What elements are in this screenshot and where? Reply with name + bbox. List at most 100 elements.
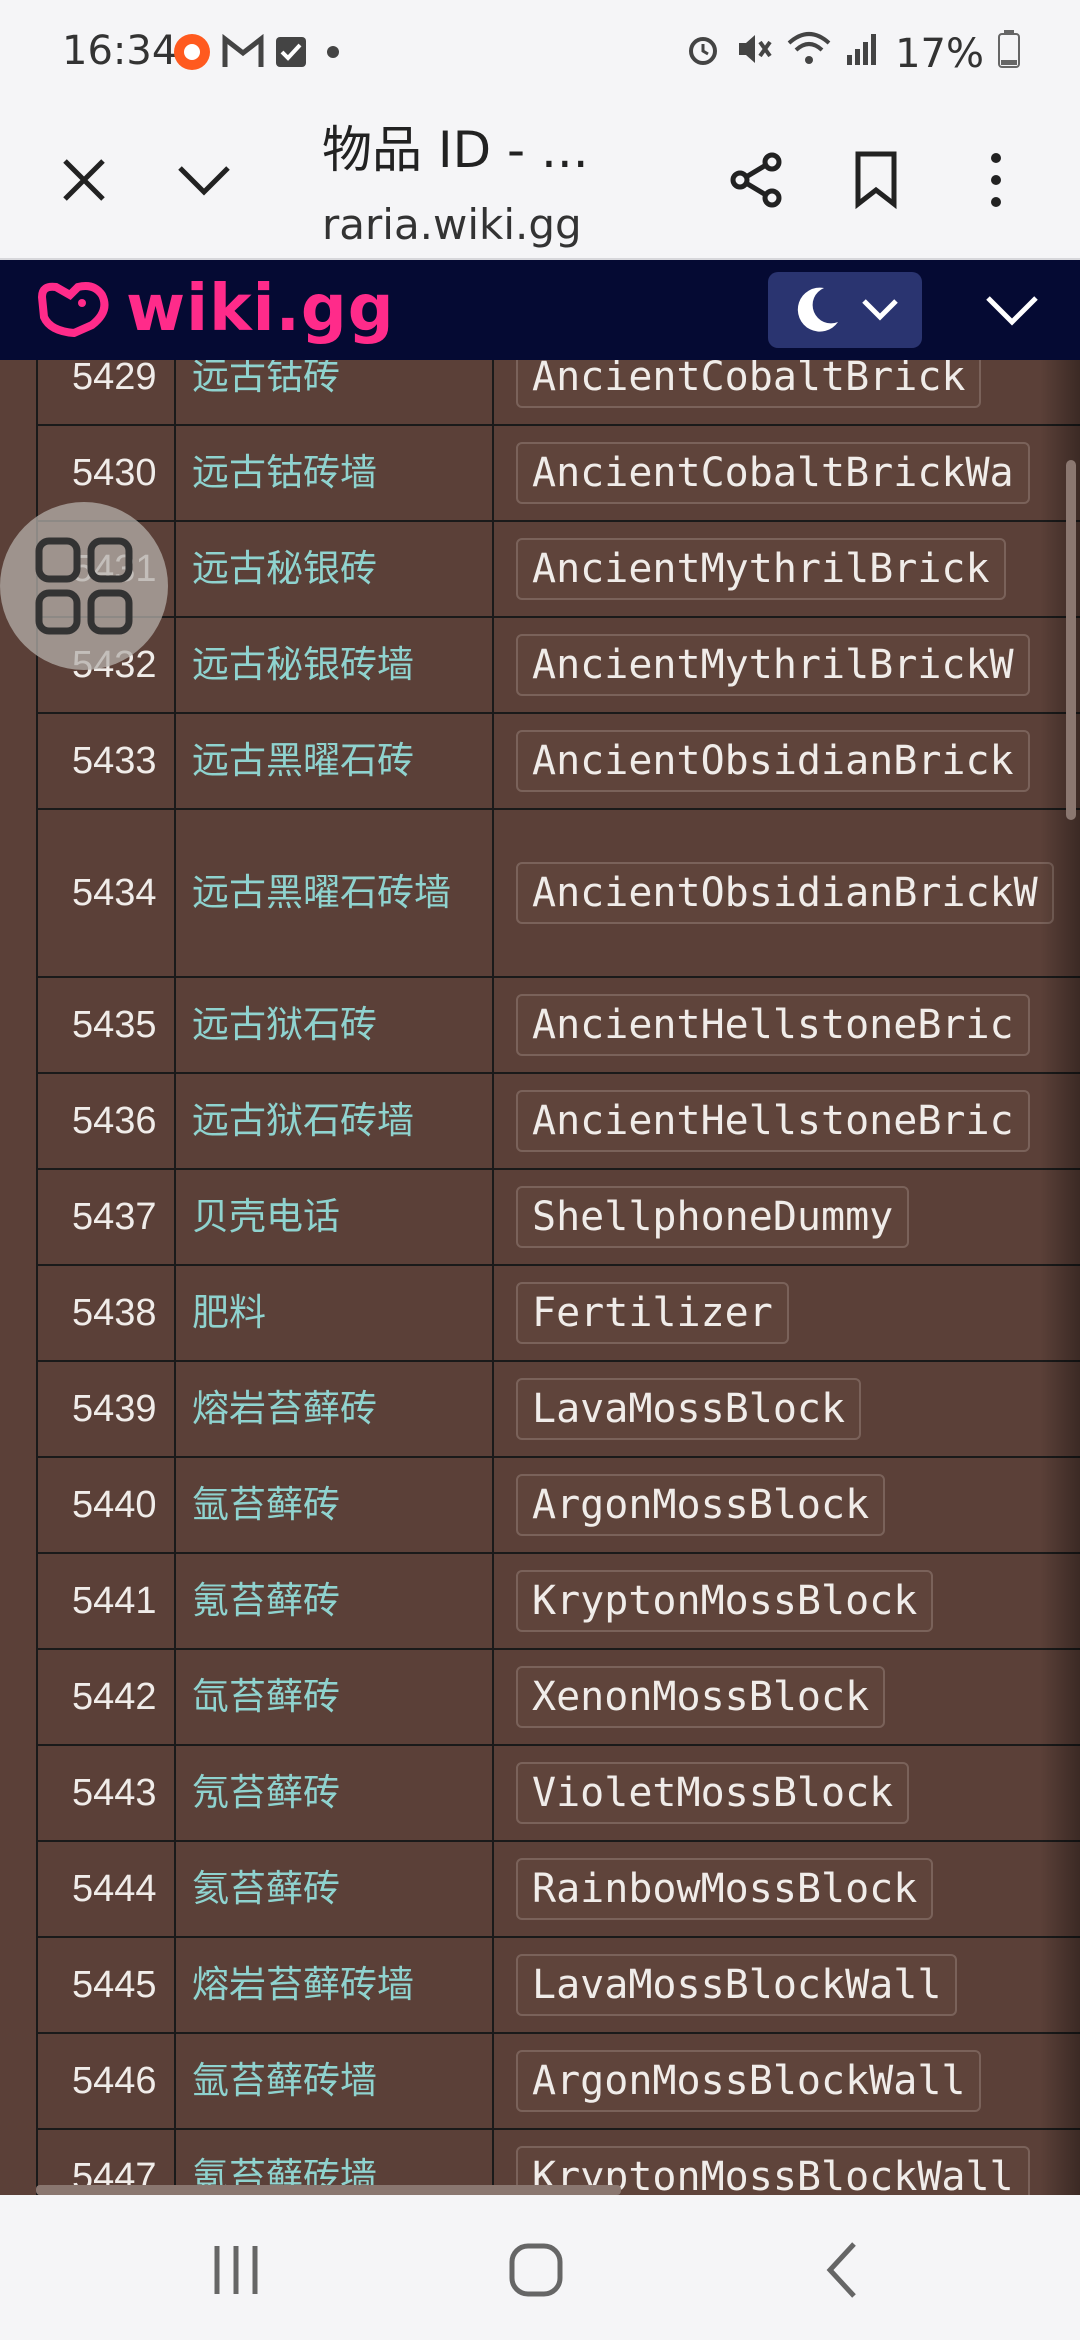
item-name-link[interactable]: 贝壳电话: [176, 1170, 494, 1264]
item-internal-name: AncientMythrilBrickW: [516, 634, 1030, 696]
item-name-link[interactable]: 远古狱石砖: [176, 978, 494, 1072]
item-id: 5444: [38, 1842, 176, 1936]
item-internal-name: LavaMossBlockWall: [516, 1954, 958, 2016]
table-row: 5444 氦苔藓砖 RainbowMossBlock: [38, 1842, 1080, 1938]
share-button[interactable]: [716, 140, 796, 220]
wiki-logo-text: wiki.gg: [126, 272, 395, 346]
item-internal-name: Fertilizer: [516, 1282, 789, 1344]
item-name-link[interactable]: 氩苔藓砖墙: [176, 2034, 494, 2128]
item-name-link[interactable]: 远古钴砖: [176, 360, 494, 424]
chevron-down-icon: [986, 296, 1038, 326]
status-time: 16:34: [62, 28, 178, 74]
item-id: 5442: [38, 1650, 176, 1744]
item-internal-name: ShellphoneDummy: [516, 1186, 910, 1248]
table-row: 5432 远古秘银砖墙 AncientMythrilBrickW: [38, 618, 1080, 714]
chevron-down-icon: [862, 299, 898, 321]
horizontal-scrollbar[interactable]: [36, 2185, 621, 2195]
item-name-link[interactable]: 氖苔藓砖: [176, 1746, 494, 1840]
close-tab-button[interactable]: [44, 140, 124, 220]
table-row: 5437 贝壳电话 ShellphoneDummy: [38, 1170, 1080, 1266]
table-row: 5433 远古黑曜石砖 AncientObsidianBrick: [38, 714, 1080, 810]
table-row: 5439 熔岩苔藓砖 LavaMossBlock: [38, 1362, 1080, 1458]
item-internal-name: RainbowMossBlock: [516, 1858, 934, 1920]
item-internal-name: AncientHellstoneBric: [516, 1090, 1030, 1152]
more-vert-icon: [991, 153, 1001, 207]
notification-icons: [172, 30, 348, 78]
item-internal-name: XenonMossBlock: [516, 1666, 886, 1728]
table-row: 5438 肥料 Fertilizer: [38, 1266, 1080, 1362]
more-options-button[interactable]: [956, 140, 1036, 220]
table-row: 5446 氩苔藓砖墙 ArgonMossBlockWall: [38, 2034, 1080, 2130]
item-id: 5438: [38, 1266, 176, 1360]
app-notification-icon: [172, 32, 212, 76]
item-name-link[interactable]: 氩苔藓砖: [176, 1458, 494, 1552]
table-row: 5442 氙苔藓砖 XenonMossBlock: [38, 1650, 1080, 1746]
item-internal-name: KryptonMossBlock: [516, 1570, 934, 1632]
item-id: 5445: [38, 1938, 176, 2032]
item-name-link[interactable]: 熔岩苔藓砖: [176, 1362, 494, 1456]
status-bar: 16:34 17%: [0, 0, 1080, 110]
item-internal-name: AncientCobaltBrick: [516, 360, 982, 408]
item-name-link[interactable]: 肥料: [176, 1266, 494, 1360]
table-row: 5445 熔岩苔藓砖墙 LavaMossBlockWall: [38, 1938, 1080, 2034]
item-name-link[interactable]: 远古秘银砖: [176, 522, 494, 616]
battery-percent: 17%: [895, 31, 984, 77]
dot-icon: [318, 37, 348, 71]
table-row: 5431 远古秘银砖 AncientMythrilBrick: [38, 522, 1080, 618]
url-text[interactable]: raria.wiki.gg: [322, 200, 582, 249]
item-internal-name: LavaMossBlock: [516, 1378, 862, 1440]
item-id: 5440: [38, 1458, 176, 1552]
recents-icon: [214, 2246, 258, 2294]
item-name-link[interactable]: 氦苔藓砖: [176, 1842, 494, 1936]
vertical-scrollbar[interactable]: [1066, 460, 1076, 820]
table-row: 5434 远古黑曜石砖墙 AncientObsidianBrickW: [38, 810, 1080, 978]
item-name-link[interactable]: 远古钴砖墙: [176, 426, 494, 520]
item-id-table: 5429 远古钴砖 AncientCobaltBrick 5430 远古钴砖墙 …: [36, 360, 1080, 2195]
item-name-link[interactable]: 氙苔藓砖: [176, 1650, 494, 1744]
browser-toolbar: 物品 ID - ... raria.wiki.gg: [0, 110, 1080, 260]
item-name-link[interactable]: 氪苔藓砖: [176, 1554, 494, 1648]
floating-menu-button[interactable]: [0, 502, 168, 670]
item-id: 5434: [38, 810, 176, 976]
wiki-logo-icon: [37, 282, 109, 337]
back-icon: [826, 2242, 856, 2298]
battery-icon: [998, 30, 1020, 78]
back-button[interactable]: [802, 2235, 882, 2305]
home-button[interactable]: [496, 2235, 576, 2305]
page-content[interactable]: 5429 远古钴砖 AncientCobaltBrick 5430 远古钴砖墙 …: [0, 360, 1080, 2195]
checkbox-icon: [274, 35, 308, 73]
item-internal-name: AncientObsidianBrick: [516, 730, 1030, 792]
item-id: 5439: [38, 1362, 176, 1456]
gmail-icon: [222, 33, 264, 74]
item-id: 5443: [38, 1746, 176, 1840]
item-internal-name: AncientObsidianBrickW: [516, 862, 1054, 924]
theme-toggle-button[interactable]: [768, 272, 922, 348]
alarm-icon: [685, 31, 721, 77]
wifi-icon: [787, 31, 831, 77]
wiki-logo[interactable]: wiki.gg: [36, 272, 395, 346]
table-row: 5440 氩苔藓砖 ArgonMossBlock: [38, 1458, 1080, 1554]
item-name-link[interactable]: 熔岩苔藓砖墙: [176, 1938, 494, 2032]
table-row: 5430 远古钴砖墙 AncientCobaltBrickWa: [38, 426, 1080, 522]
item-name-link[interactable]: 远古秘银砖墙: [176, 618, 494, 712]
item-name-link[interactable]: 远古黑曜石砖: [176, 714, 494, 808]
item-id: 5437: [38, 1170, 176, 1264]
share-icon: [730, 152, 782, 208]
table-row: 5443 氖苔藓砖 VioletMossBlock: [38, 1746, 1080, 1842]
item-id: 5435: [38, 978, 176, 1072]
expand-button[interactable]: [164, 140, 244, 220]
item-internal-name: VioletMossBlock: [516, 1762, 910, 1824]
chevron-down-icon: [178, 166, 230, 196]
close-icon: [63, 159, 105, 201]
item-name-link[interactable]: 远古狱石砖墙: [176, 1074, 494, 1168]
system-nav-bar: [0, 2195, 1080, 2340]
wiki-menu-button[interactable]: [974, 280, 1050, 340]
item-id: 5436: [38, 1074, 176, 1168]
bookmark-icon: [855, 151, 897, 210]
item-internal-name: AncientHellstoneBric: [516, 994, 1030, 1056]
bookmark-button[interactable]: [836, 140, 916, 220]
signal-icon: [845, 31, 881, 77]
item-name-link[interactable]: 远古黑曜石砖墙: [176, 810, 494, 976]
recent-apps-button[interactable]: [196, 2235, 276, 2305]
item-internal-name: AncientMythrilBrick: [516, 538, 1006, 600]
